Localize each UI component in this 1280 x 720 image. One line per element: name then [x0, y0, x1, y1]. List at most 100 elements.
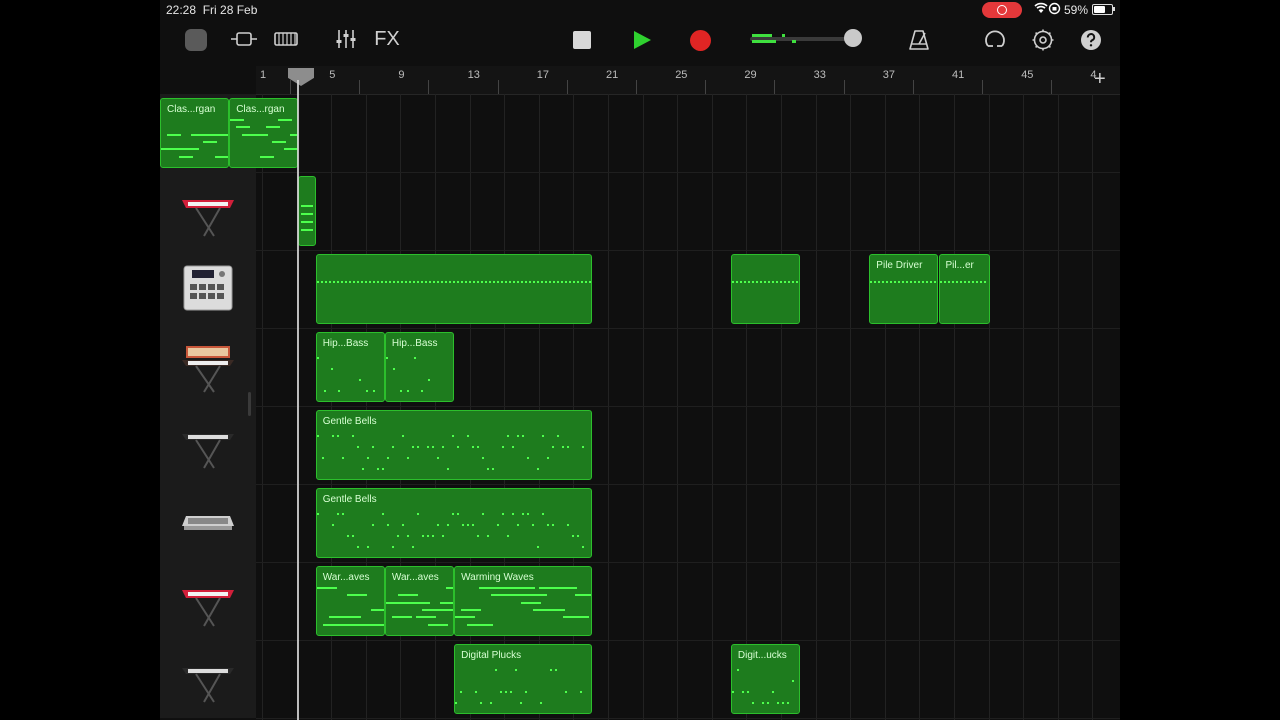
- bar-number: 29: [744, 69, 757, 81]
- fx-button[interactable]: FX: [370, 24, 404, 54]
- region[interactable]: Gentle Bells: [315, 488, 593, 558]
- midi-notes: [455, 587, 592, 629]
- metronome-icon: [909, 30, 929, 50]
- tracks-view-icon: [231, 32, 257, 46]
- track-lane[interactable]: [256, 640, 1120, 719]
- region[interactable]: Gentle Bells: [315, 410, 593, 480]
- bar-number: 41: [952, 69, 965, 81]
- region[interactable]: Pile Driver: [869, 254, 939, 324]
- midi-notes: [455, 665, 591, 707]
- track-header-drum-machine[interactable]: [160, 250, 256, 329]
- bar-number: 1: [260, 69, 267, 81]
- track-header-red-synth[interactable]: [160, 172, 256, 251]
- midi-notes: [731, 275, 799, 317]
- ruler-tick: [774, 80, 776, 94]
- region[interactable]: Digit...ucks: [730, 644, 801, 714]
- ruler-tick: [705, 80, 707, 94]
- mixer-icon: [336, 30, 356, 48]
- my-songs-button[interactable]: [176, 22, 216, 58]
- red-synth-icon: [180, 182, 236, 238]
- level-meter: [752, 34, 796, 43]
- help-button[interactable]: [1078, 27, 1104, 53]
- loop-icon: [985, 30, 1005, 47]
- bar-number: 17: [536, 69, 550, 81]
- bar-number: 21: [606, 69, 619, 81]
- midi-notes: [161, 119, 229, 161]
- midi-notes: [731, 665, 799, 707]
- battery-icon: [1092, 4, 1115, 15]
- midi-notes: [316, 353, 384, 395]
- track-header-resize-handle[interactable]: [248, 392, 251, 416]
- track-header-analog-synth[interactable]: [160, 328, 256, 407]
- metronome-button[interactable]: [904, 26, 934, 54]
- bar-number: 9: [398, 69, 405, 81]
- browser-button[interactable]: [272, 26, 300, 52]
- settings-button[interactable]: [1028, 26, 1058, 54]
- bar-number: 45: [1021, 69, 1034, 81]
- status-bar: 22:28 Fri 28 Feb 59%: [160, 0, 1120, 20]
- bar-number: 25: [675, 69, 688, 81]
- region[interactable]: War...aves: [384, 566, 455, 636]
- playhead-line: [297, 80, 299, 720]
- bar-number: 33: [813, 69, 826, 81]
- region-name: Hip...Bass: [322, 338, 369, 349]
- keyboard-stand-icon: [180, 650, 236, 706]
- midi-notes: [939, 275, 990, 317]
- mixer-button[interactable]: [332, 26, 360, 52]
- screen-recording-indicator[interactable]: [982, 2, 1022, 18]
- record-icon: [689, 29, 711, 51]
- region[interactable]: War...aves: [315, 566, 385, 636]
- play-icon: [634, 31, 651, 49]
- master-volume-slider[interactable]: [750, 29, 862, 47]
- drum-machine-icon: [180, 260, 236, 316]
- track-header-synth-module[interactable]: [160, 484, 256, 563]
- region[interactable]: Hip...Bass: [384, 332, 455, 402]
- stop-icon: [573, 31, 591, 49]
- stop-button[interactable]: [572, 30, 592, 50]
- region[interactable]: [730, 254, 801, 324]
- ruler-tick: [290, 80, 291, 94]
- region[interactable]: Pil...er: [938, 254, 991, 324]
- region[interactable]: Clas...rgan: [229, 98, 299, 168]
- midi-notes: [316, 509, 592, 551]
- bar-ruler[interactable]: + 1 5 9 13 17 21 25 29 33 37 41 45 4: [256, 66, 1120, 95]
- midi-notes: [230, 119, 298, 161]
- track-lane[interactable]: [256, 172, 1120, 251]
- region-name: Pil...er: [945, 260, 974, 271]
- track-header-keyboard-stand[interactable]: [160, 406, 256, 485]
- region-name: Digit...ucks: [737, 650, 787, 661]
- bar-number: 5: [329, 69, 336, 81]
- region-name: Clas...rgan: [236, 104, 285, 115]
- region[interactable]: [298, 176, 316, 246]
- region[interactable]: Digital Plucks: [454, 644, 593, 714]
- midi-notes: [316, 431, 592, 473]
- midi-notes: [316, 275, 592, 317]
- region-name: Clas...rgan: [167, 104, 216, 115]
- region[interactable]: Clas...rgan: [160, 98, 230, 168]
- play-button[interactable]: [630, 28, 654, 52]
- record-button[interactable]: [688, 28, 712, 52]
- volume-knob[interactable]: [844, 29, 862, 47]
- track-header-keyboard-stand[interactable]: [160, 640, 256, 719]
- loop-browser-button[interactable]: [980, 26, 1010, 54]
- tracks-view-button[interactable]: [228, 26, 260, 52]
- region[interactable]: [315, 254, 593, 324]
- bar-number: 37: [882, 69, 896, 81]
- tracks-area: Clas...rgan Clas...rgan Pile Driver Pil...e…: [160, 94, 1120, 720]
- track-header-red-synth[interactable]: [160, 562, 256, 641]
- track-lane[interactable]: [256, 94, 1120, 173]
- ruler-tick: [982, 80, 983, 94]
- my-songs-icon: [185, 29, 207, 51]
- region-name: War...aves: [322, 572, 370, 583]
- region[interactable]: Warming Waves: [454, 566, 593, 636]
- midi-notes: [316, 587, 384, 629]
- region-name: Warming Waves: [461, 572, 534, 583]
- region-name: Digital Plucks: [461, 650, 522, 661]
- help-icon: [1081, 30, 1101, 50]
- region[interactable]: Hip...Bass: [315, 332, 385, 402]
- region-name: Gentle Bells: [322, 494, 377, 505]
- status-time-date: 22:28 Fri 28 Feb: [166, 3, 258, 17]
- settings-icon: [1032, 29, 1054, 51]
- synth-module-icon: [180, 494, 236, 550]
- ruler-tick: [912, 80, 914, 94]
